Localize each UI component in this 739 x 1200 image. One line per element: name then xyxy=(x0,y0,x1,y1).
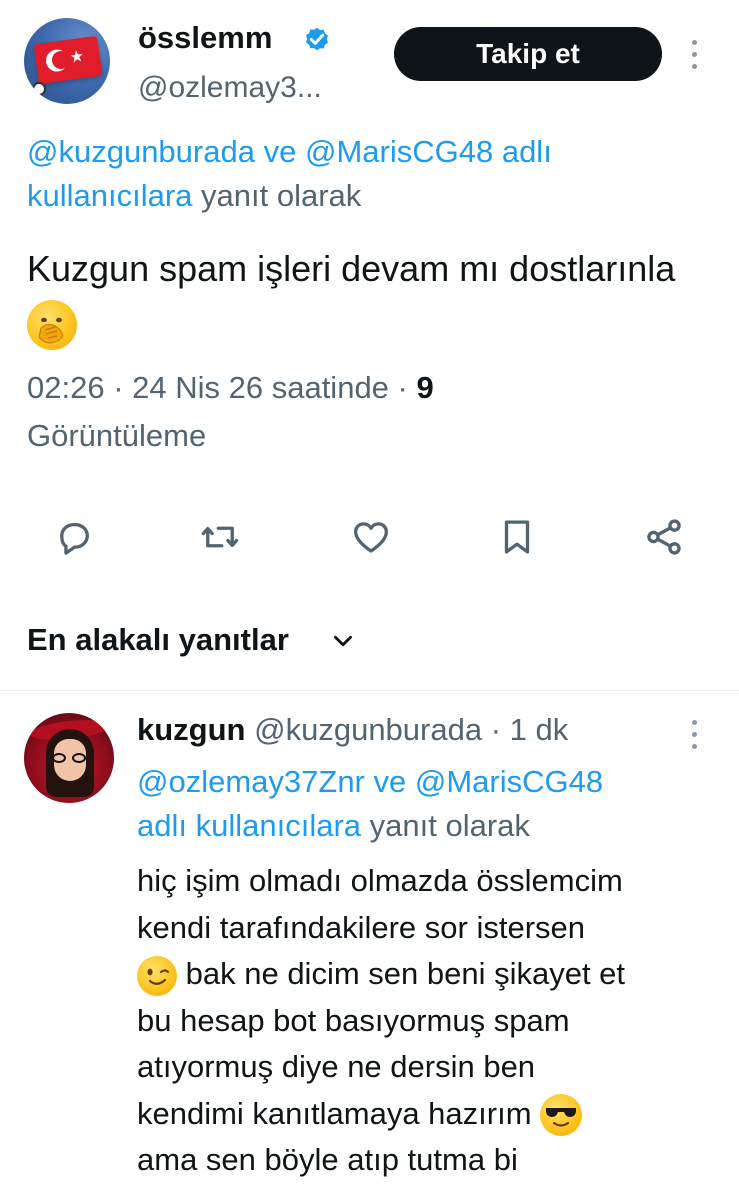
reply-author-display-name[interactable]: kuzgun xyxy=(137,712,246,747)
replies-sort-dropdown[interactable]: En alakalı yanıtlar xyxy=(27,620,289,660)
verified-badge-icon xyxy=(306,27,328,51)
sunglasses-emoji-icon xyxy=(540,1094,583,1137)
turkish-flag-image: ★ xyxy=(33,35,103,85)
views-count: 9 xyxy=(416,370,434,405)
reply-author-avatar[interactable] xyxy=(24,713,114,803)
author-avatar[interactable]: ★ xyxy=(24,18,110,104)
reply-header: kuzgun @kuzgunburada · 1 dk xyxy=(137,712,569,747)
tweet-meta: 02:26 · 24 Nis 26 saatinde · 9 Görüntüle… xyxy=(27,364,707,460)
reply-context-users-link[interactable]: adlı kullanıcılara xyxy=(137,808,361,843)
retweet-icon[interactable] xyxy=(196,513,244,561)
views-label: Görüntüleme xyxy=(27,418,207,453)
more-options-icon[interactable] xyxy=(688,40,700,69)
mention-link[interactable]: @MarisCG48 xyxy=(415,764,603,799)
author-display-name[interactable]: össlemm xyxy=(138,18,272,58)
reply-icon[interactable] xyxy=(50,513,98,561)
reply-context: @kuzgunburada ve @MarisCG48 adlı kullanı… xyxy=(27,130,707,218)
bookmark-icon[interactable] xyxy=(493,513,541,561)
like-icon[interactable] xyxy=(347,513,395,561)
mention-link[interactable]: @ozlemay37Znr xyxy=(137,764,365,799)
chevron-down-icon[interactable] xyxy=(330,628,356,654)
hand-over-mouth-emoji-icon xyxy=(27,300,77,351)
follow-button[interactable]: Takip et xyxy=(394,27,662,81)
winking-face-emoji-icon xyxy=(137,955,177,996)
reply-context: @ozlemay37Znr ve @MarisCG48 adlı kullanı… xyxy=(137,764,604,843)
reply-context-suffix: yanıt olarak xyxy=(201,178,362,213)
tweet-date[interactable]: 24 Nis 26 saatinde xyxy=(132,370,389,405)
reply-more-options-icon[interactable] xyxy=(688,720,700,749)
tweet-time[interactable]: 02:26 xyxy=(27,370,105,405)
tweet-text: Kuzgun spam işleri devam mı dostlarınla xyxy=(27,242,707,351)
reply-text: hiç işim olmadı olmazda össlemcim kendi … xyxy=(137,863,626,1177)
author-handle[interactable]: @ozlemay3... xyxy=(138,68,322,108)
mention-link[interactable]: @kuzgunburada xyxy=(27,134,255,169)
mention-link[interactable]: @MarisCG48 xyxy=(305,134,493,169)
reply-author-handle[interactable]: @kuzgunburada xyxy=(254,712,482,747)
divider xyxy=(0,690,739,691)
reply-time[interactable]: 1 dk xyxy=(510,712,569,747)
reply-context-connector: ve xyxy=(263,134,297,169)
share-icon[interactable] xyxy=(640,513,688,561)
